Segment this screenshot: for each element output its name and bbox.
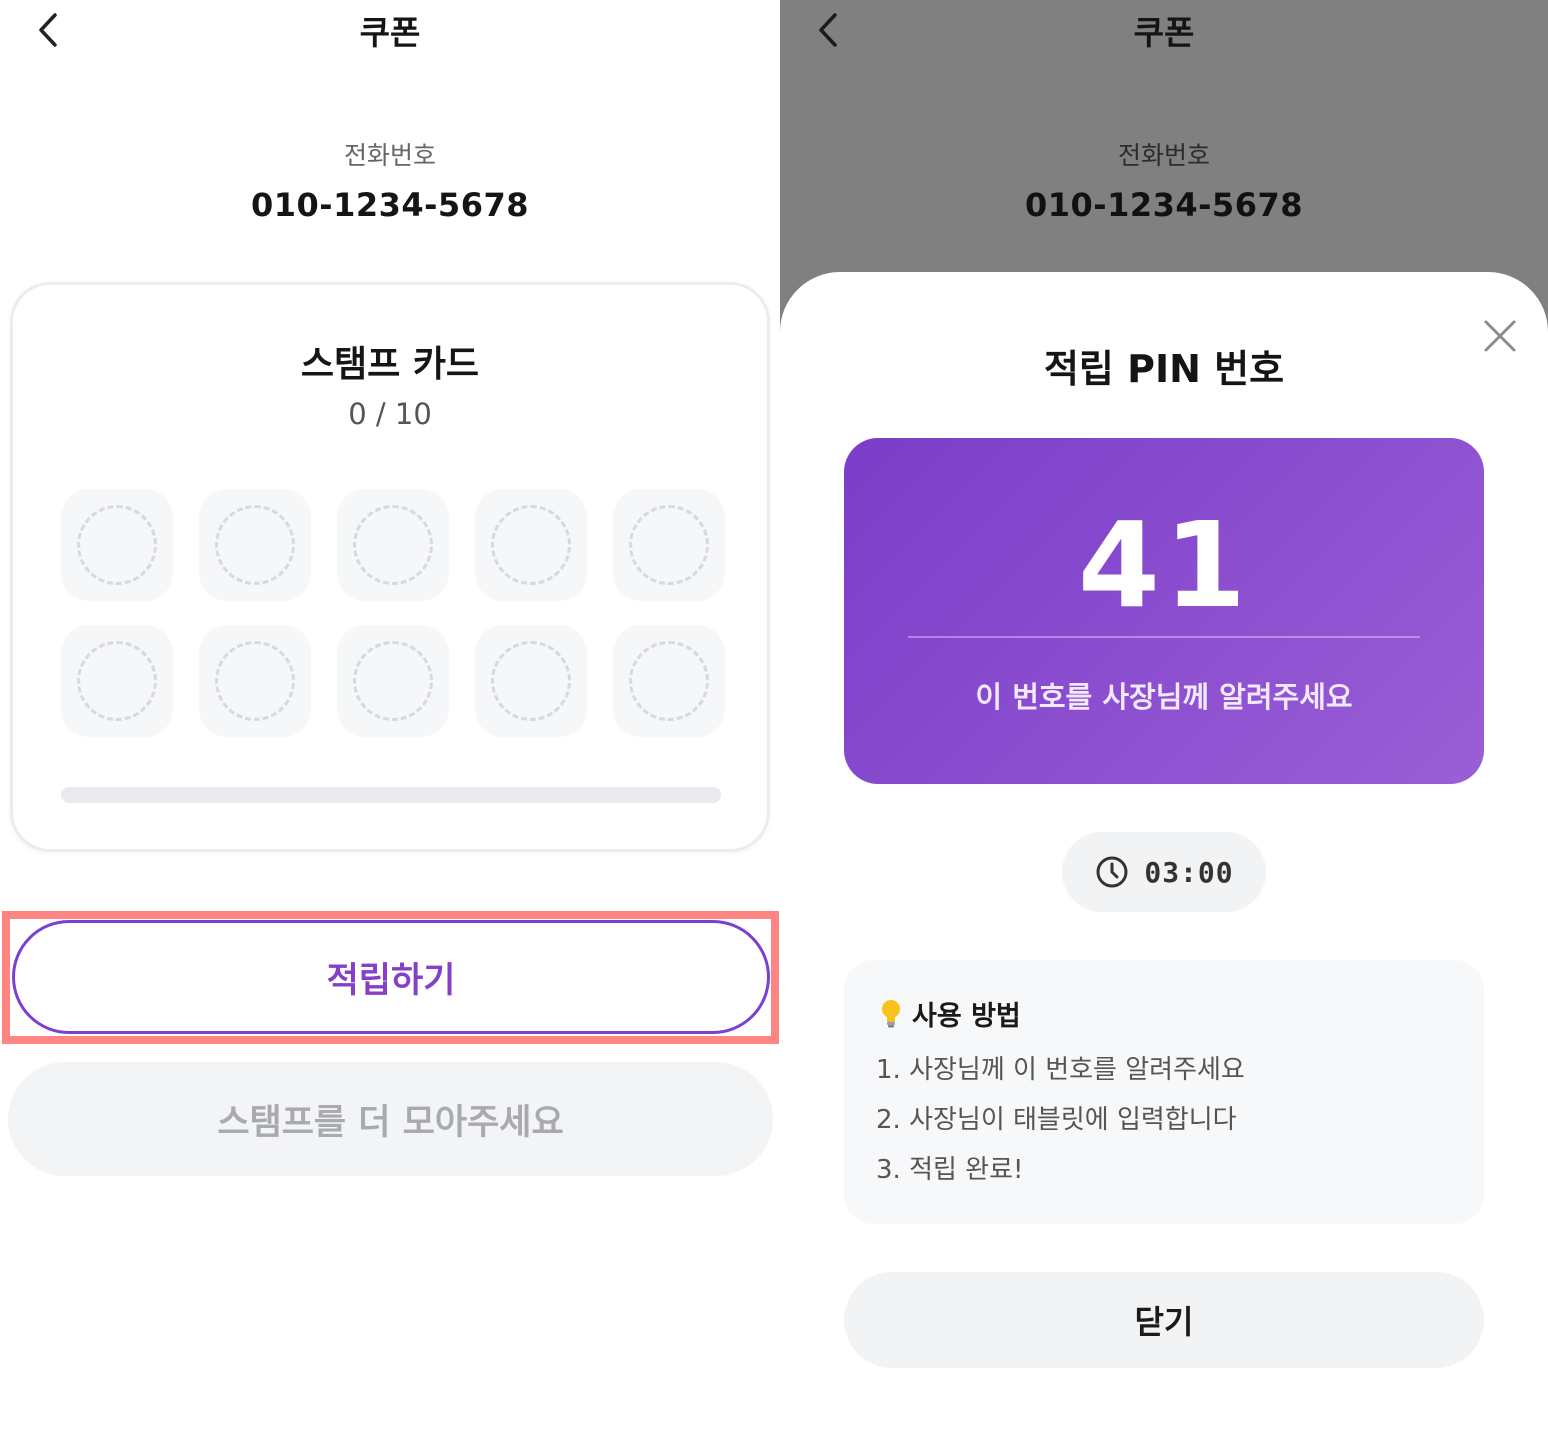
coupon-screen: 쿠폰 전화번호 010-1234-5678 스탬프 카드 0 / 10 적립하기…: [0, 0, 780, 1432]
empty-stamp-circle: [353, 641, 433, 721]
howto-box: 사용 방법 1. 사장님께 이 번호를 알려주세요 2. 사장님이 태블릿에 입…: [844, 960, 1484, 1224]
top-bar: 쿠폰: [780, 0, 1548, 62]
pin-divider: [908, 636, 1420, 638]
stamp-slot: [475, 625, 587, 737]
phone-label: 전화번호: [1117, 141, 1210, 170]
timer-badge: 03:00: [1062, 832, 1266, 912]
stamp-card: 스탬프 카드 0 / 10: [10, 282, 770, 852]
howto-step: 1. 사장님께 이 번호를 알려주세요: [876, 1055, 1245, 1085]
stamp-slot: [61, 489, 173, 601]
empty-stamp-circle: [629, 641, 709, 721]
phone-label: 전화번호: [343, 141, 436, 170]
pin-modal-title: 적립 PIN 번호: [1043, 347, 1285, 391]
howto-step: 2. 사장님이 태블릿에 입력합니다: [876, 1105, 1237, 1135]
phone-number: 010-1234-5678: [1025, 186, 1303, 224]
stamp-card-title: 스탬프 카드: [300, 344, 480, 385]
page-title: 쿠폰: [1133, 13, 1195, 52]
pin-card: 41 이 번호를 사장님께 알려주세요: [844, 438, 1484, 784]
stamp-grid: [61, 489, 725, 737]
lightbulb-icon: [882, 999, 900, 1027]
empty-stamp-circle: [77, 641, 157, 721]
pin-bottom-sheet: 적립 PIN 번호 41 이 번호를 사장님께 알려주세요 03:00 사용 방…: [780, 272, 1548, 1432]
pin-number: 41: [1077, 496, 1251, 634]
stamp-slot: [61, 625, 173, 737]
howto-header: 사용 방법: [880, 994, 1021, 1033]
phone-number: 010-1234-5678: [251, 186, 529, 224]
top-bar: 쿠폰: [0, 0, 780, 62]
empty-stamp-circle: [215, 641, 295, 721]
close-button[interactable]: 닫기: [844, 1272, 1484, 1368]
clock-icon: [1096, 856, 1128, 888]
stamp-slot: [475, 489, 587, 601]
coupon-screen-with-pin-modal: 쿠폰 전화번호 010-1234-5678 적립 PIN 번호 41 이 번호를…: [780, 0, 1548, 1432]
empty-stamp-circle: [629, 505, 709, 585]
stamp-slot: [613, 489, 725, 601]
empty-stamp-circle: [491, 641, 571, 721]
stamp-slot: [199, 489, 311, 601]
page-title: 쿠폰: [359, 13, 421, 52]
howto-steps: 1. 사장님께 이 번호를 알려주세요 2. 사장님이 태블릿에 입력합니다 3…: [876, 1052, 1245, 1202]
stamp-progress-bar: [61, 787, 721, 803]
highlight-box: [2, 911, 779, 1044]
timer-text: 03:00: [1144, 855, 1234, 889]
howto-title: 사용 방법: [912, 1001, 1021, 1032]
empty-stamp-circle: [491, 505, 571, 585]
collect-more-button: 스탬프를 더 모아주세요: [8, 1062, 773, 1176]
stamp-count: 0 / 10: [348, 397, 432, 431]
stamp-slot: [613, 625, 725, 737]
empty-stamp-circle: [215, 505, 295, 585]
stamp-slot: [337, 625, 449, 737]
howto-step: 3. 적립 완료!: [876, 1155, 1024, 1185]
stamp-slot: [199, 625, 311, 737]
pin-hint: 이 번호를 사장님께 알려주세요: [975, 680, 1353, 714]
stamp-slot: [337, 489, 449, 601]
empty-stamp-circle: [77, 505, 157, 585]
empty-stamp-circle: [353, 505, 433, 585]
